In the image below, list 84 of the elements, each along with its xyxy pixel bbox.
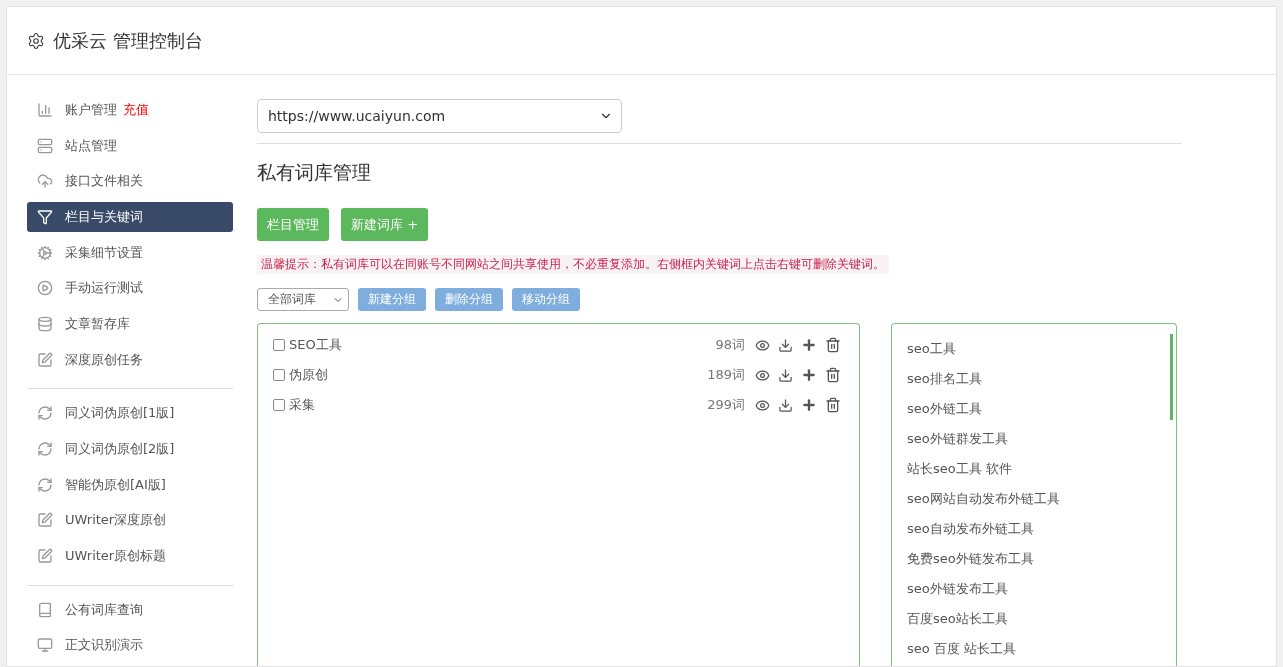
edit-icon — [37, 547, 53, 564]
sidebar-item[interactable]: 接口文件相关 — [27, 166, 233, 196]
eye-icon[interactable] — [755, 367, 770, 383]
download-icon[interactable] — [778, 337, 793, 353]
keyword-item[interactable]: seo外链工具 — [892, 394, 1176, 424]
download-icon[interactable] — [778, 397, 793, 413]
edit-icon — [37, 512, 53, 529]
page-title: 优采云 管理控制台 — [53, 28, 203, 53]
sidebar-item[interactable]: UWriter深度原创 — [27, 505, 233, 536]
sidebar-item[interactable]: 采集细节设置 — [27, 237, 233, 268]
monitor-icon — [37, 637, 53, 654]
sidebar-item[interactable]: 同义词伪原创[1版] — [27, 398, 233, 429]
book-icon — [37, 601, 53, 618]
sidebar-item[interactable]: 同义词伪原创[2版] — [27, 434, 233, 464]
keyword-item[interactable]: seo外链发布工具 — [892, 574, 1176, 604]
sidebar-label: 同义词伪原创[2版] — [65, 439, 175, 458]
refresh-icon — [37, 440, 53, 457]
checkbox[interactable] — [273, 339, 285, 351]
sidebar-label: 同义词伪原创[1版] — [65, 404, 175, 423]
cloud-upload-icon — [37, 173, 53, 190]
sidebar-item[interactable]: 智能伪原创[AI版] — [27, 469, 233, 500]
edit-icon — [37, 351, 53, 368]
keyword-item[interactable]: 免费seo外链发布工具 — [892, 544, 1176, 574]
sidebar-label: UWriter原创标题 — [65, 546, 167, 565]
plus-icon[interactable] — [801, 367, 817, 383]
plus-icon[interactable] — [801, 397, 817, 413]
sidebar-label: 智能伪原创[AI版] — [65, 475, 166, 494]
sidebar-label: 正文识别演示 — [65, 636, 143, 655]
sidebar-label: 深度原创任务 — [65, 350, 143, 369]
word-count: 98词 — [715, 336, 745, 354]
sidebar-label: UWriter深度原创 — [65, 511, 167, 530]
word-count: 189词 — [707, 366, 745, 384]
refresh-icon — [37, 405, 53, 422]
sidebar-label: 栏目与关键词 — [65, 207, 143, 226]
checkbox[interactable] — [273, 369, 285, 381]
sidebar-item[interactable]: 手动运行测试 — [27, 273, 233, 304]
section-title: 私有词库管理 — [257, 160, 372, 185]
keyword-item[interactable]: seo网站自动发布外链工具 — [892, 484, 1176, 514]
keyword-item[interactable]: 百度seo站长工具 — [892, 604, 1176, 634]
download-icon[interactable] — [778, 367, 793, 383]
sidebar-item[interactable]: 账户管理 充值 — [27, 95, 233, 125]
sidebar-label: 文章暂存库 — [65, 314, 130, 333]
plus-icon[interactable] — [801, 337, 817, 353]
server-icon — [37, 137, 53, 154]
sidebar-label: 手动运行测试 — [65, 279, 143, 298]
play-icon — [37, 280, 53, 297]
site-select[interactable]: https://www.ucaiyun.com — [257, 99, 622, 133]
keyword-item[interactable]: 站长seo工具 软件 — [892, 454, 1176, 484]
sidebar-item[interactable]: 正文识别演示 — [27, 630, 233, 661]
sidebar-label: 接口文件相关 — [65, 172, 143, 191]
sidebar-item[interactable]: UWriter原创标题 — [27, 541, 233, 571]
recharge-link[interactable]: 充值 — [123, 100, 149, 119]
sidebar-label: 采集细节设置 — [65, 243, 143, 262]
sidebar-label: 账户管理 — [65, 100, 117, 119]
keyword-item[interactable]: seo排名工具 — [892, 364, 1176, 394]
keyword-item[interactable]: seo自动发布外链工具 — [892, 514, 1176, 544]
filter-icon — [37, 208, 53, 225]
word-count: 299词 — [707, 396, 745, 414]
bar-chart-icon — [37, 101, 53, 118]
sidebar-item[interactable]: 栏目与关键词 — [27, 202, 233, 232]
scrollbar-thumb[interactable] — [1170, 334, 1173, 420]
sidebar-item[interactable]: 文章暂存库 — [27, 309, 233, 339]
sidebar-label: 站点管理 — [65, 136, 117, 155]
keyword-item[interactable]: seo 百度 站长工具 — [892, 634, 1176, 664]
sidebar-item[interactable]: 深度原创任务 — [27, 344, 233, 375]
eye-icon[interactable] — [755, 337, 770, 353]
trash-icon[interactable] — [825, 367, 841, 383]
keyword-item[interactable]: seo工具 — [892, 334, 1176, 364]
library-name: SEO工具 — [289, 336, 343, 354]
sidebar-item[interactable]: 公有词库查询 — [27, 594, 233, 625]
tip-text: 温馨提示：私有词库可以在同账号不同网站之间共享使用，不必重复添加。右侧框内关键词上点击右键可删除关键词。 — [257, 255, 889, 274]
sidebar-item[interactable]: 站点管理 — [27, 130, 233, 161]
refresh-icon — [37, 476, 53, 493]
eye-icon[interactable] — [755, 397, 770, 413]
library-name: 采集 — [289, 396, 316, 414]
checkbox[interactable] — [273, 399, 285, 411]
library-filter-select[interactable]: 全部词库 — [257, 288, 349, 311]
library-name: 伪原创 — [289, 366, 329, 384]
trash-icon[interactable] — [825, 337, 841, 353]
settings-icon — [27, 31, 45, 50]
trash-icon[interactable] — [825, 397, 841, 413]
sidebar-label: 公有词库查询 — [65, 600, 143, 619]
keyword-item[interactable]: seo外链群发工具 — [892, 424, 1176, 454]
database-icon — [37, 315, 53, 332]
